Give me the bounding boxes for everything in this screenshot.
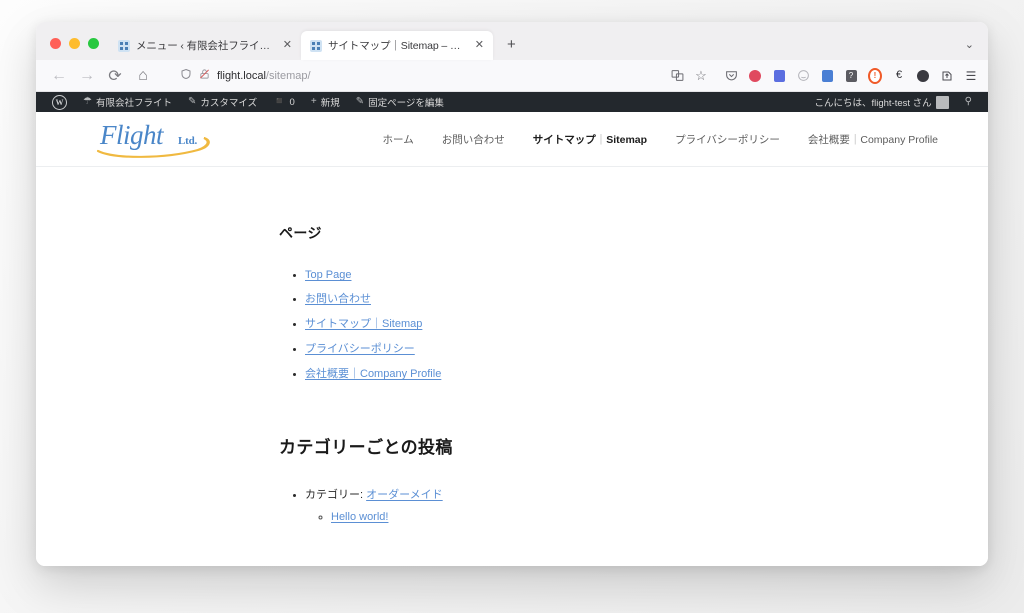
greeting-label: こんにちは、flight-test さん: [814, 98, 932, 109]
site-logo[interactable]: Flight Ltd.: [94, 117, 224, 161]
browser-tab-strip: メニュー ‹ 有限会社フライト — W ✕ サイトマップ｜Sitemap – 有…: [36, 22, 988, 60]
close-tab-icon[interactable]: ✕: [473, 39, 486, 52]
list-item: Hello world!: [331, 511, 919, 523]
adminbar-account[interactable]: こんにちは、flight-test さん: [806, 92, 956, 112]
new-label: 新規: [320, 98, 340, 109]
comments-count: 0: [289, 96, 295, 108]
home-button[interactable]: ⌂: [130, 64, 156, 88]
site-name-label: 有限会社フライト: [95, 98, 172, 109]
customize-label: カスタマイズ: [200, 98, 258, 109]
adminbar-comments[interactable]: ◾ 0: [265, 92, 303, 112]
desktop-background: メニュー ‹ 有限会社フライト — W ✕ サイトマップ｜Sitemap – 有…: [0, 0, 1024, 613]
docs-extension-icon[interactable]: [772, 69, 786, 83]
pocket-icon[interactable]: [724, 69, 738, 83]
page-link[interactable]: サイトマップ｜Sitemap: [305, 318, 422, 330]
adminbar-edit-page[interactable]: ✎ 固定ページを編集: [348, 92, 452, 112]
category-list: カテゴリー: オーダーメイド Hello world!: [279, 486, 919, 523]
list-all-tabs-icon[interactable]: ⌄: [965, 40, 974, 51]
evernote-icon[interactable]: €: [892, 69, 906, 83]
tab-title: サイトマップ｜Sitemap – 有限会: [328, 40, 467, 52]
wordpress-logo-icon: W: [52, 94, 67, 110]
url-text: flight.local/sitemap/: [217, 70, 311, 82]
extension-icons: ? ! € ☰: [714, 67, 978, 84]
tab-favicon: [310, 39, 322, 52]
avatar: [935, 95, 949, 109]
url-host: flight.local: [217, 69, 266, 82]
list-item: 会社概要｜Company Profile: [305, 365, 919, 381]
url-path: /sitemap/: [265, 69, 311, 82]
post-link[interactable]: Hello world!: [331, 511, 388, 523]
clock-extension-icon[interactable]: [916, 69, 930, 83]
list-item: お問い合わせ: [305, 290, 919, 306]
adminbar-site-name[interactable]: ☂ 有限会社フライト: [75, 92, 180, 112]
wordpress-admin-bar: W ☂ 有限会社フライト ✎ カスタマイズ ◾ 0 + 新規 ✎ 固定ページを編…: [36, 92, 988, 112]
posts-by-category-heading: カテゴリーごとの投稿: [279, 438, 453, 457]
maximize-window-button[interactable]: [88, 38, 99, 49]
save-page-icon[interactable]: [940, 69, 954, 83]
address-bar-actions: ☆: [670, 69, 712, 83]
content-inner: ページ Top Page お問い合わせ サイトマップ｜Sitemap プライバシ…: [36, 223, 919, 523]
search-icon: ⚲: [964, 96, 972, 107]
list-item: カテゴリー: オーダーメイド Hello world!: [305, 486, 919, 523]
edit-page-label: 固定ページを編集: [368, 98, 444, 109]
logo-name: Flight: [100, 120, 164, 150]
adminbar-customize[interactable]: ✎ カスタマイズ: [180, 92, 265, 112]
close-window-button[interactable]: [50, 38, 61, 49]
adminbar-wp-logo[interactable]: W: [44, 92, 75, 112]
nav-item-company[interactable]: 会社概要｜Company Profile: [808, 132, 938, 147]
category-label: カテゴリー:: [305, 489, 367, 501]
browser-tab-2[interactable]: サイトマップ｜Sitemap – 有限会 ✕: [301, 31, 493, 60]
close-tab-icon[interactable]: ✕: [281, 39, 294, 52]
nav-item-privacy[interactable]: プライバシーポリシー: [675, 132, 780, 147]
minimize-window-button[interactable]: [69, 38, 80, 49]
warning-extension-icon[interactable]: !: [868, 67, 882, 84]
category-link[interactable]: オーダーメイド: [366, 489, 443, 501]
page-link[interactable]: お問い合わせ: [305, 293, 371, 305]
new-tab-button[interactable]: +: [501, 35, 522, 54]
help-extension-icon[interactable]: ?: [844, 69, 858, 83]
adblock-icon[interactable]: [748, 69, 762, 83]
pages-heading: ページ: [279, 225, 322, 241]
nav-item-sitemap[interactable]: サイトマップ｜Sitemap: [533, 132, 647, 147]
site-header: Flight Ltd. ホーム お問い合わせ サイトマップ｜Sitemap プラ…: [36, 112, 988, 167]
translate-page-icon[interactable]: [670, 69, 684, 83]
reload-button[interactable]: ⟳: [102, 64, 128, 88]
list-item: Top Page: [305, 269, 919, 281]
pages-list: Top Page お問い合わせ サイトマップ｜Sitemap プライバシーポリシ…: [279, 269, 919, 381]
plus-icon: +: [310, 96, 317, 107]
list-item: プライバシーポリシー: [305, 340, 919, 356]
forward-button[interactable]: →: [74, 64, 100, 88]
site-navigation: ホーム お問い合わせ サイトマップ｜Sitemap プライバシーポリシー 会社概…: [224, 132, 958, 147]
comment-icon: ◾: [273, 96, 286, 107]
category-posts-list: Hello world!: [305, 511, 919, 523]
logo-suffix: Ltd.: [178, 135, 198, 147]
tab-title: メニュー ‹ 有限会社フライト — W: [136, 40, 275, 52]
account-circle-icon[interactable]: [796, 69, 810, 83]
bookmark-star-icon[interactable]: ☆: [694, 69, 708, 83]
nav-item-contact[interactable]: お問い合わせ: [442, 132, 505, 147]
pencil-icon: ✎: [187, 96, 197, 107]
page-link[interactable]: Top Page: [305, 269, 351, 281]
page-link[interactable]: 会社概要｜Company Profile: [305, 368, 441, 380]
browser-tab-1[interactable]: メニュー ‹ 有限会社フライト — W ✕: [109, 31, 301, 60]
broken-lock-icon[interactable]: [199, 68, 210, 83]
address-bar[interactable]: flight.local/sitemap/: [172, 64, 662, 87]
translate-extension-icon[interactable]: [820, 69, 834, 83]
page-content: ページ Top Page お問い合わせ サイトマップ｜Sitemap プライバシ…: [36, 167, 988, 566]
adminbar-new[interactable]: + 新規: [303, 92, 348, 112]
window-traffic-lights: [42, 38, 109, 60]
tab-favicon: [118, 39, 130, 52]
house-icon: ☂: [83, 96, 92, 107]
browser-nav-toolbar: ← → ⟳ ⌂ flight.local/sitemap/ ☆ ? ! € ☰: [36, 60, 988, 92]
nav-item-home[interactable]: ホーム: [383, 132, 414, 147]
back-button[interactable]: ←: [46, 64, 72, 88]
page-link[interactable]: プライバシーポリシー: [305, 343, 415, 355]
adminbar-search[interactable]: ⚲: [957, 92, 980, 112]
list-item: サイトマップ｜Sitemap: [305, 315, 919, 331]
shield-icon[interactable]: [180, 68, 192, 83]
menu-icon[interactable]: ☰: [964, 69, 978, 83]
edit-icon: ✎: [355, 96, 365, 107]
browser-window: メニュー ‹ 有限会社フライト — W ✕ サイトマップ｜Sitemap – 有…: [36, 22, 988, 566]
